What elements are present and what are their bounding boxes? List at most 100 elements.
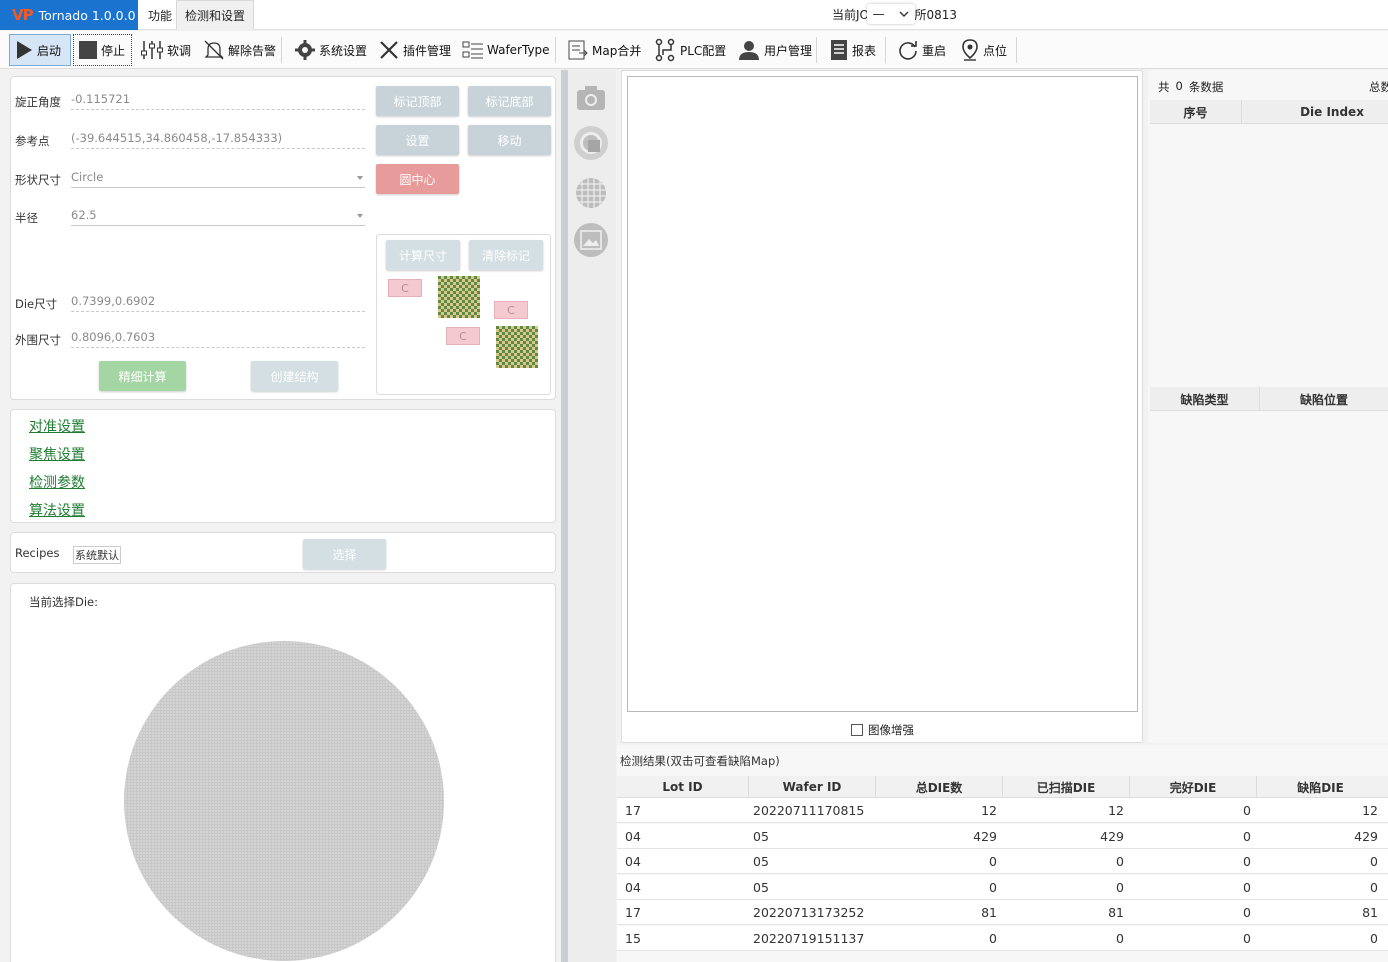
image-canvas[interactable] [627, 76, 1138, 712]
wafer-id-cell: 20220719151137 [753, 930, 865, 946]
current-die-label: 当前选择Die: [29, 595, 98, 609]
inspection-params-link[interactable]: 检测参数 [29, 472, 85, 492]
user-manager-button[interactable]: 用户管理 [733, 34, 816, 66]
algorithm-settings-link[interactable]: 算法设置 [29, 500, 85, 520]
corner-mark[interactable]: C [388, 279, 422, 297]
image-enhance-toggle[interactable]: 图像增强 [851, 722, 914, 738]
mark-bottom-button[interactable]: 标记底部 [468, 86, 551, 116]
image-icon[interactable] [574, 223, 608, 257]
table-row[interactable]: 15 20220719151137 0 0 0 0 [617, 925, 1388, 951]
col-scanned-die[interactable]: 已扫描DIE [1003, 776, 1130, 798]
clear-mark-button[interactable]: 清除标记 [469, 240, 543, 270]
grid-wafer-icon[interactable] [574, 176, 608, 210]
title-bar: VP Tornado 1.0.0.0 功能 检测和设置 当前JOI — 所081… [0, 0, 1388, 30]
menu-tab-inspection-settings[interactable]: 检测和设置 [176, 0, 255, 30]
system-settings-button[interactable]: 系统设置 [290, 34, 371, 66]
rotation-field[interactable]: -0.115721 [71, 90, 365, 110]
shape-select[interactable]: Circle [71, 168, 365, 188]
scanned-die-cell: 0 [1116, 854, 1124, 869]
wafer-id-cell: 05 [753, 828, 769, 844]
minus-icon: — [872, 7, 885, 21]
job-dropdown[interactable]: — [866, 4, 915, 24]
alignment-settings-link[interactable]: 对准设置 [29, 416, 85, 436]
count-suffix: 条数据 [1188, 80, 1224, 94]
bell-off-icon [204, 40, 224, 60]
user-icon [739, 41, 759, 60]
system-settings-label: 系统设置 [319, 43, 368, 58]
table-row[interactable]: 17 20220713173252 81 81 0 81 [617, 900, 1388, 925]
circle-center-button[interactable]: 圆中心 [376, 164, 459, 194]
point-position-button[interactable]: 点位 [956, 34, 1011, 66]
map-merge-icon [568, 40, 588, 60]
die-pattern-top [438, 276, 480, 318]
col-defect-type[interactable]: 缺陷类型 [1150, 387, 1260, 411]
dropdown-arrow-icon [357, 214, 363, 218]
col-defect-die[interactable]: 缺陷DIE [1257, 776, 1384, 798]
plugin-manager-button[interactable]: 插件管理 [374, 34, 455, 66]
report-label: 报表 [852, 43, 877, 58]
mark-top-button[interactable]: 标记顶部 [376, 86, 459, 116]
table-row[interactable]: 04 05 0 0 0 0 [617, 874, 1388, 900]
menu-tab-functions[interactable]: 功能 [140, 0, 180, 30]
col-good-die[interactable]: 完好DIE [1130, 776, 1257, 798]
soft-adjust-button[interactable]: 软调 [136, 34, 195, 66]
clear-alarm-button[interactable]: 解除告警 [199, 34, 280, 66]
shape-size-label: 形状尺寸 [15, 173, 61, 187]
image-enhance-checkbox[interactable] [851, 724, 863, 736]
radius-label: 半径 [15, 211, 38, 225]
fine-calc-button[interactable]: 精细计算 [99, 361, 186, 391]
stop-label: 停止 [101, 43, 126, 58]
image-enhance-label: 图像增强 [868, 723, 914, 737]
col-defect-position[interactable]: 缺陷位置 [1260, 387, 1388, 411]
map-pin-icon [962, 39, 978, 61]
wafer-id-cell: 05 [753, 879, 769, 895]
col-index[interactable]: 序号 [1150, 100, 1242, 124]
start-button[interactable]: 启动 [9, 34, 71, 66]
create-structure-button[interactable]: 创建结构 [251, 361, 338, 391]
stop-icon [79, 41, 97, 59]
wafer-scan-icon[interactable] [574, 126, 608, 160]
good-die-cell: 0 [1243, 828, 1251, 844]
select-recipe-button[interactable]: 选择 [303, 539, 386, 569]
restart-button[interactable]: 重启 [893, 34, 950, 66]
good-die-cell: 0 [1243, 803, 1251, 818]
stop-button[interactable]: 停止 [73, 34, 132, 66]
scanned-die-cell: 81 [1108, 905, 1124, 920]
set-button[interactable]: 设置 [376, 125, 459, 155]
plc-config-button[interactable]: PLC配置 [649, 34, 730, 66]
scanned-die-cell: 0 [1116, 930, 1124, 946]
wafer-id-cell: 05 [753, 854, 769, 869]
current-job: 当前JOI — 所0813 [832, 4, 957, 24]
recipe-value[interactable]: 系统默认 [73, 546, 121, 564]
focus-settings-link[interactable]: 聚焦设置 [29, 444, 85, 464]
move-button[interactable]: 移动 [468, 125, 551, 155]
map-merge-button[interactable]: Map合并 [563, 34, 645, 66]
corner-mark[interactable]: C [494, 301, 528, 319]
die-size-field[interactable]: 0.7399,0.6902 [71, 292, 365, 312]
reference-point-field[interactable]: (-39.644515,34.860458,-17.854333) [71, 129, 365, 149]
panel-splitter[interactable] [561, 70, 568, 962]
col-lot-id[interactable]: Lot ID [617, 776, 749, 798]
table-row[interactable]: 04 05 0 0 0 0 [617, 849, 1388, 874]
total-die-cell: 429 [973, 828, 997, 844]
table-row[interactable]: 17 20220711170815 12 12 0 12 [617, 798, 1388, 823]
wafertype-button[interactable]: WaferType [458, 34, 554, 66]
wafer-map[interactable] [124, 641, 444, 961]
count-value: 0 [1175, 79, 1183, 93]
outer-size-field[interactable]: 0.8096,0.7603 [71, 328, 365, 348]
col-wafer-id[interactable]: Wafer ID [749, 776, 876, 798]
start-label: 启动 [37, 43, 62, 58]
total-die-cell: 0 [989, 854, 997, 869]
col-total-die[interactable]: 总DIE数 [876, 776, 1003, 798]
col-die-index[interactable]: Die Index [1242, 100, 1388, 124]
image-view-panel: 图像增强 [621, 70, 1143, 743]
table-row[interactable]: 04 05 429 429 0 429 [617, 823, 1388, 849]
clear-alarm-label: 解除告警 [228, 43, 277, 58]
camera-icon[interactable] [574, 80, 608, 114]
lot-id-cell: 15 [625, 930, 641, 946]
corner-mark[interactable]: C [446, 327, 480, 345]
radius-select[interactable]: 62.5 [71, 206, 365, 226]
report-button[interactable]: 报表 [825, 34, 880, 66]
app-window: VP Tornado 1.0.0.0 功能 检测和设置 当前JOI — 所081… [0, 0, 1388, 962]
calc-size-button[interactable]: 计算尺寸 [386, 240, 460, 270]
